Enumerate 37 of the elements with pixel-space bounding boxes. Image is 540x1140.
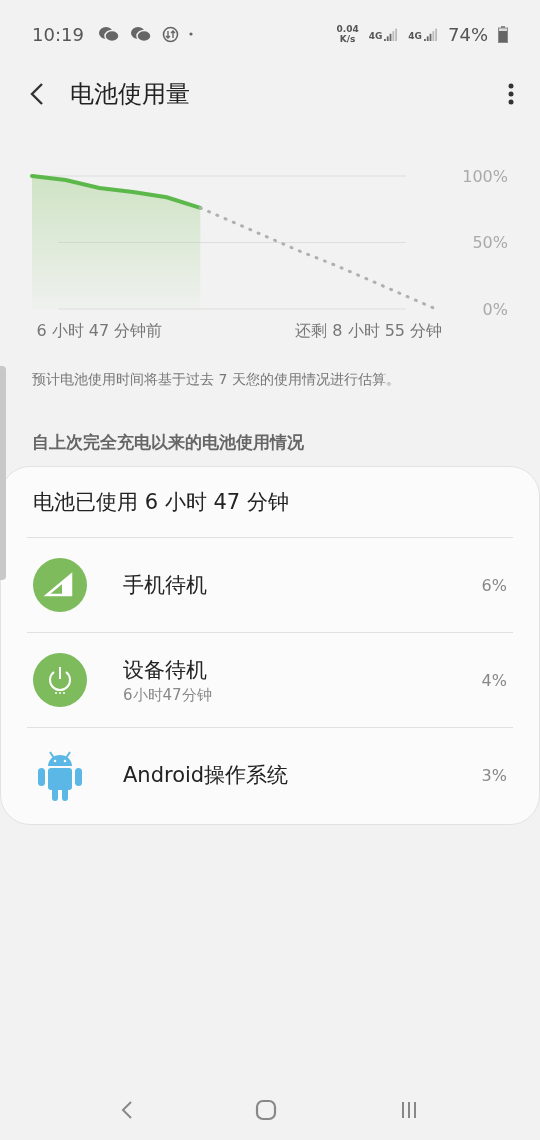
time-axis-label: 还剩 8 小时 55 分钟 xyxy=(295,321,443,340)
signal-bars-icon xyxy=(424,27,438,41)
chat-icon xyxy=(129,26,152,42)
more-options-button[interactable] xyxy=(506,81,516,107)
usage-summary: 电池已使用 6 小时 47 分钟 xyxy=(27,467,513,538)
estimate-note: 预计电池使用时间将基于过去 7 天您的使用情况进行估算。 xyxy=(32,371,401,389)
axis-label: 50% xyxy=(472,233,508,252)
battery-percent: 74% xyxy=(448,23,488,45)
dot-icon xyxy=(188,32,193,36)
usage-item[interactable]: 手机待机 6% xyxy=(27,538,513,633)
power-icon xyxy=(33,653,87,707)
clock: 10:19 xyxy=(32,23,84,45)
page-title: 电池使用量 xyxy=(70,79,191,110)
item-percent: 6% xyxy=(481,575,507,595)
usage-item[interactable]: 设备待机 6小时47分钟 4% xyxy=(27,633,513,728)
network-type: 4G xyxy=(368,31,383,41)
signal-icon xyxy=(33,558,87,612)
section-title: 自上次完全充电以来的电池使用情况 xyxy=(32,431,305,454)
speed-value: 0.04 xyxy=(336,24,359,34)
sync-icon xyxy=(161,25,179,43)
usage-item[interactable]: Android操作系统 3% xyxy=(27,728,513,822)
axis-label: 0% xyxy=(482,299,508,319)
time-axis-label: 6 小时 47 分钟前 xyxy=(36,321,163,340)
item-title: Android操作系统 xyxy=(123,762,290,789)
signal-bars-icon xyxy=(384,27,399,41)
network-type: 4G xyxy=(408,31,422,41)
chat-icon xyxy=(97,26,120,42)
item-percent: 4% xyxy=(481,670,507,690)
speed-unit: K/s xyxy=(339,34,356,44)
item-percent: 3% xyxy=(481,765,507,785)
home-button[interactable] xyxy=(253,1097,279,1123)
battery-icon xyxy=(498,25,508,43)
item-title: 设备待机 xyxy=(123,656,208,684)
item-title: 手机待机 xyxy=(123,572,208,599)
axis-label: 100% xyxy=(462,166,508,186)
edge-panel-handle[interactable] xyxy=(0,366,6,580)
item-duration: 6小时47分钟 xyxy=(123,685,213,705)
